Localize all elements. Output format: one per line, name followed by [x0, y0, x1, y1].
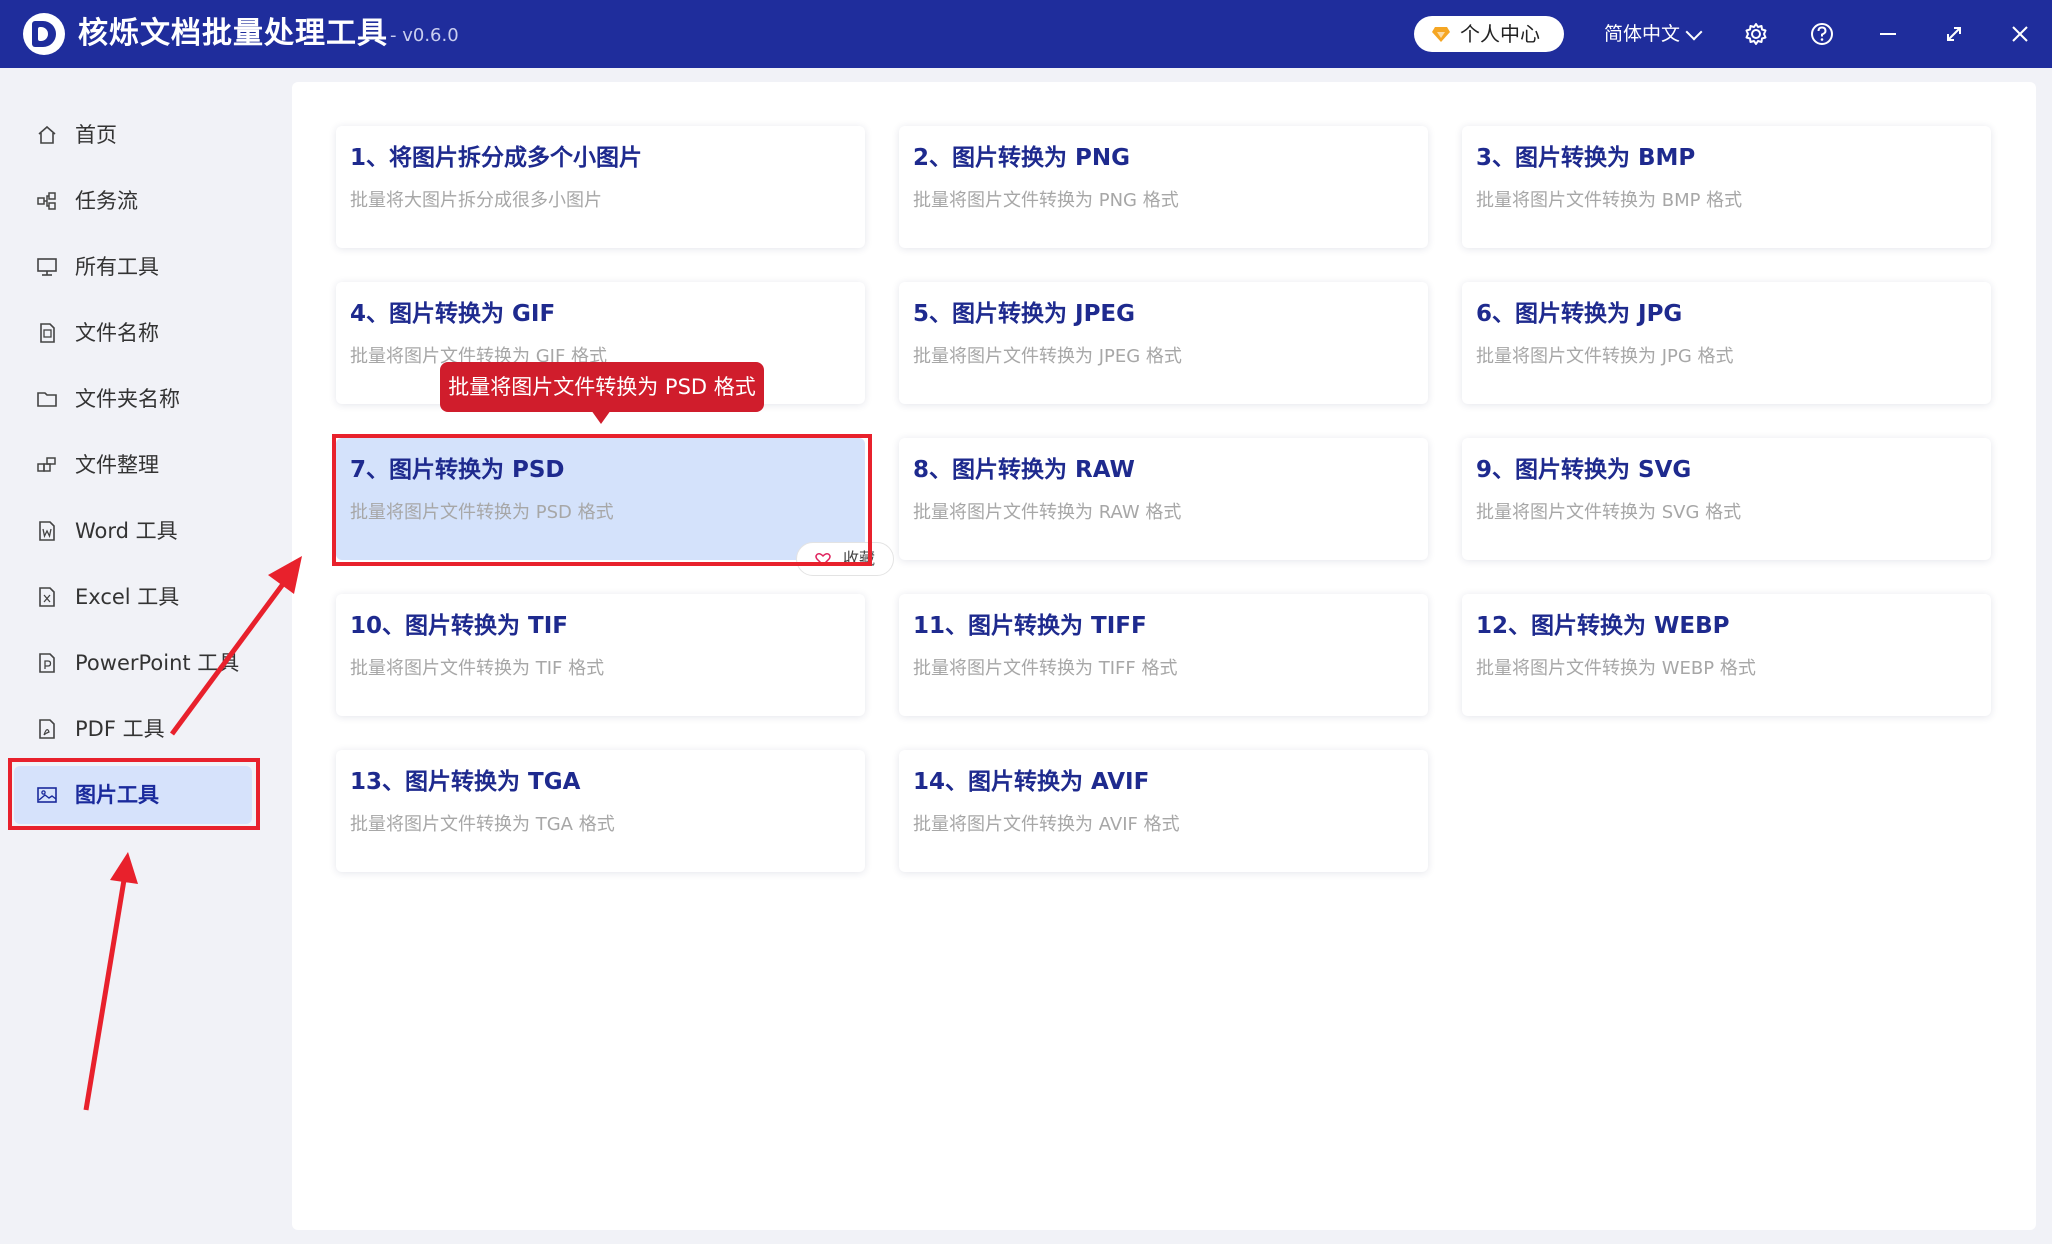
sidebar-item-word-tools[interactable]: Word 工具 — [14, 502, 252, 560]
word-icon — [36, 520, 58, 542]
monitor-icon — [36, 256, 58, 278]
tool-card-title: 12、图片转换为 WEBP — [1476, 613, 1730, 639]
tooltip-arrow — [591, 410, 611, 424]
gear-icon[interactable] — [1742, 20, 1770, 48]
sidebar-item-all-tools[interactable]: 所有工具 — [14, 238, 252, 296]
sidebar-item-label: Word 工具 — [75, 519, 178, 543]
sidebar-item-label: PowerPoint 工具 — [75, 651, 240, 675]
minimize-icon[interactable] — [1874, 20, 1902, 48]
sidebar-item-label: 任务流 — [75, 189, 138, 213]
pdf-icon — [36, 718, 58, 740]
tool-card-title: 5、图片转换为 JPEG — [913, 301, 1136, 327]
chevron-down-icon[interactable] — [1685, 23, 1703, 41]
tool-card-title: 11、图片转换为 TIFF — [913, 613, 1147, 639]
tool-card-description: 批量将图片文件转换为 RAW 格式 — [913, 502, 1182, 523]
folder-icon — [36, 388, 58, 410]
sidebar-item-pdf-tools[interactable]: PDF 工具 — [14, 700, 252, 758]
sidebar-item-file-name[interactable]: 文件名称 — [14, 304, 252, 362]
tool-card-title: 8、图片转换为 RAW — [913, 457, 1135, 483]
help-circle-icon[interactable] — [1808, 20, 1836, 48]
tool-card[interactable]: 14、图片转换为 AVIF 批量将图片文件转换为 AVIF 格式 — [899, 750, 1428, 872]
profile-center-button[interactable]: 个人中心 — [1414, 16, 1564, 52]
tool-card[interactable]: 11、图片转换为 TIFF 批量将图片文件转换为 TIFF 格式 — [899, 594, 1428, 716]
tool-card-description: 批量将图片文件转换为 AVIF 格式 — [913, 814, 1180, 835]
sidebar-item-home[interactable]: 首页 — [14, 106, 252, 164]
tool-card[interactable]: 2、图片转换为 PNG 批量将图片文件转换为 PNG 格式 — [899, 126, 1428, 248]
tool-card-description: 批量将图片文件转换为 WEBP 格式 — [1476, 658, 1756, 679]
tool-card-title: 10、图片转换为 TIF — [350, 613, 568, 639]
tool-card-description: 批量将图片文件转换为 JPG 格式 — [1476, 346, 1734, 367]
sidebar-item-label: 文件整理 — [75, 453, 159, 477]
sidebar-item-label: 文件名称 — [75, 321, 159, 345]
tool-card[interactable]: 12、图片转换为 WEBP 批量将图片文件转换为 WEBP 格式 — [1462, 594, 1991, 716]
tool-card-title: 4、图片转换为 GIF — [350, 301, 556, 327]
tool-card-title: 3、图片转换为 BMP — [1476, 145, 1696, 171]
organize-icon — [36, 454, 58, 476]
profile-center-label: 个人中心 — [1460, 22, 1540, 46]
tool-card-description: 批量将图片文件转换为 PNG 格式 — [913, 190, 1179, 211]
tool-card[interactable]: 6、图片转换为 JPG 批量将图片文件转换为 JPG 格式 — [1462, 282, 1991, 404]
tool-card[interactable]: 1、将图片拆分成多个小图片 批量将大图片拆分成很多小图片 — [336, 126, 865, 248]
sidebar-item-workflow[interactable]: 任务流 — [14, 172, 252, 230]
sidebar-item-label: 文件夹名称 — [75, 387, 180, 411]
tool-card-description: 批量将图片文件转换为 SVG 格式 — [1476, 502, 1742, 523]
tool-card-description: 批量将大图片拆分成很多小图片 — [350, 190, 602, 211]
tool-card-description: 批量将图片文件转换为 TIFF 格式 — [913, 658, 1178, 679]
sidebar-item-label: PDF 工具 — [75, 717, 165, 741]
tool-card[interactable]: 10、图片转换为 TIF 批量将图片文件转换为 TIF 格式 — [336, 594, 865, 716]
sidebar-item-label: Excel 工具 — [75, 585, 180, 609]
excel-icon — [36, 586, 58, 608]
tool-card-description: 批量将图片文件转换为 JPEG 格式 — [913, 346, 1182, 367]
home-icon — [36, 124, 58, 146]
sidebar-item-label: 首页 — [75, 123, 117, 147]
tool-card-description: 批量将图片文件转换为 TGA 格式 — [350, 814, 615, 835]
sidebar-item-label: 所有工具 — [75, 255, 159, 279]
app-version: - v0.6.0 — [390, 25, 459, 46]
highlight-box-psd-card — [332, 434, 872, 566]
tool-card[interactable]: 8、图片转换为 RAW 批量将图片文件转换为 RAW 格式 — [899, 438, 1428, 560]
title-bar: 核烁文档批量处理工具 - v0.6.0 个人中心 简体中文 — [0, 0, 2052, 68]
sidebar-item-folder-name[interactable]: 文件夹名称 — [14, 370, 252, 428]
highlight-box-image-tools — [8, 758, 260, 830]
tool-card[interactable]: 9、图片转换为 SVG 批量将图片文件转换为 SVG 格式 — [1462, 438, 1991, 560]
tool-card[interactable]: 3、图片转换为 BMP 批量将图片文件转换为 BMP 格式 — [1462, 126, 1991, 248]
tool-card[interactable]: 13、图片转换为 TGA 批量将图片文件转换为 TGA 格式 — [336, 750, 865, 872]
tool-card[interactable]: 5、图片转换为 JPEG 批量将图片文件转换为 JPEG 格式 — [899, 282, 1428, 404]
tool-card-title: 1、将图片拆分成多个小图片 — [350, 145, 643, 171]
tool-card-description: 批量将图片文件转换为 BMP 格式 — [1476, 190, 1743, 211]
sidebar-item-file-organize[interactable]: 文件整理 — [14, 436, 252, 494]
close-icon[interactable] — [2006, 20, 2034, 48]
sidebar-item-powerpoint-tools[interactable]: PowerPoint 工具 — [14, 634, 252, 692]
tool-card-title: 6、图片转换为 JPG — [1476, 301, 1683, 327]
tool-card-title: 13、图片转换为 TGA — [350, 769, 581, 795]
file-icon — [36, 322, 58, 344]
workflow-icon — [36, 190, 58, 212]
sidebar-item-excel-tools[interactable]: Excel 工具 — [14, 568, 252, 626]
sidebar: 首页 任务流 所有工具 文件名称 文件夹名称 文件整理 Word 工具 Exce… — [0, 68, 292, 1244]
tooltip: 批量将图片文件转换为 PSD 格式 — [440, 362, 764, 412]
maximize-icon[interactable] — [1940, 20, 1968, 48]
language-selector[interactable]: 简体中文 — [1604, 20, 1680, 48]
tool-card-description: 批量将图片文件转换为 TIF 格式 — [350, 658, 605, 679]
tool-card-title: 9、图片转换为 SVG — [1476, 457, 1692, 483]
app-logo-icon — [23, 13, 65, 55]
diamond-icon — [1432, 27, 1450, 42]
tool-card-title: 2、图片转换为 PNG — [913, 145, 1130, 171]
powerpoint-icon — [36, 652, 58, 674]
tool-card-title: 14、图片转换为 AVIF — [913, 769, 1150, 795]
app-title: 核烁文档批量处理工具 — [78, 16, 388, 51]
